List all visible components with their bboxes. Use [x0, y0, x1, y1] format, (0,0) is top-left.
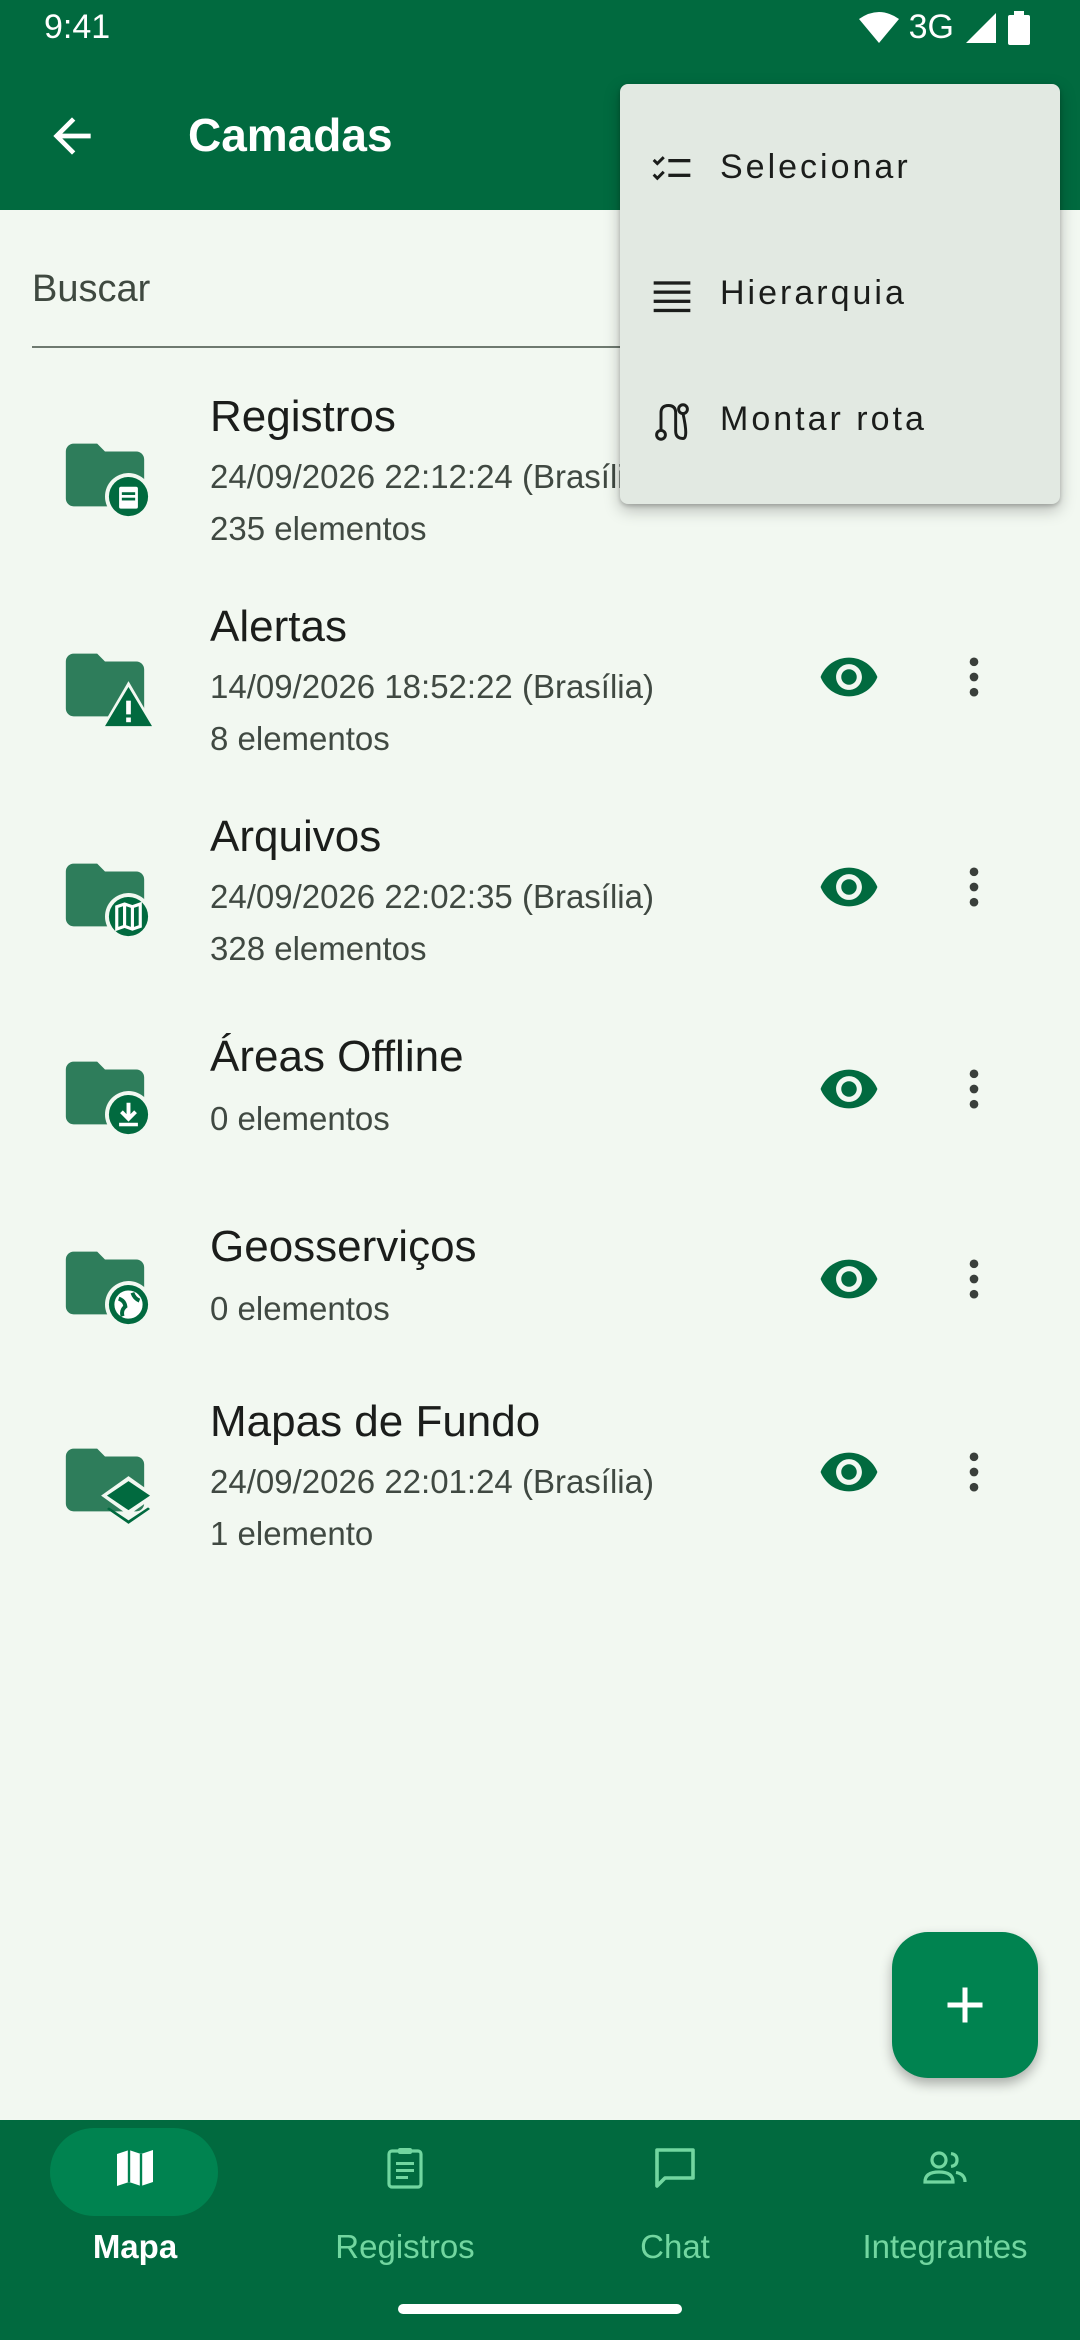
menu-item-label: Selecionar	[720, 148, 911, 186]
map-icon	[117, 2150, 153, 2186]
layer-date: 14/09/2026 18:52:22 (Brasília)	[210, 668, 654, 705]
layer-row-arquivos[interactable]: Arquivos 24/09/2026 22:02:35 (Brasília) …	[0, 800, 1080, 1000]
lines-icon	[653, 281, 691, 313]
menu-item-selecionar[interactable]: Selecionar	[620, 106, 1060, 232]
network-type: 3G	[908, 8, 954, 46]
layer-count: 235 elementos	[210, 510, 427, 547]
layer-title: Geosserviços	[210, 1222, 477, 1271]
nav-label: Chat	[640, 2228, 710, 2265]
visibility-eye-icon[interactable]	[818, 1248, 880, 1310]
layer-count: 328 elementos	[210, 930, 427, 967]
status-icons: 3G	[858, 8, 1030, 47]
layer-title: Registros	[210, 392, 396, 441]
layer-count: 1 elemento	[210, 1515, 374, 1552]
more-vert-icon[interactable]	[948, 646, 1000, 708]
folder-download-icon	[65, 1061, 152, 1139]
clipboard-icon	[387, 2148, 423, 2189]
wifi-icon	[858, 11, 899, 43]
signal-icon	[966, 12, 996, 43]
status-time: 9:41	[44, 8, 111, 46]
layer-row-areas-offline[interactable]: Áreas Offline 0 elementos	[0, 1020, 1080, 1180]
layer-count: 0 elementos	[210, 1100, 390, 1137]
route-icon	[655, 403, 689, 441]
more-vert-icon[interactable]	[948, 1058, 1000, 1120]
folder-alert-icon	[65, 653, 152, 729]
folder-clipboard-icon	[65, 443, 152, 521]
visibility-eye-icon[interactable]	[818, 1441, 880, 1503]
menu-item-hierarquia[interactable]: Hierarquia	[620, 232, 1060, 358]
more-vert-icon[interactable]	[948, 856, 1000, 918]
nav-label: Mapa	[92, 2228, 178, 2265]
nav-label: Integrantes	[862, 2228, 1028, 2265]
layer-count: 8 elementos	[210, 720, 390, 757]
add-layer-button[interactable]	[892, 1932, 1038, 2078]
plus-icon	[947, 1987, 983, 2023]
gesture-handle[interactable]	[398, 2304, 682, 2314]
layer-title: Mapas de Fundo	[210, 1397, 541, 1446]
nav-label: Registros	[335, 2228, 475, 2265]
checklist-icon	[652, 156, 691, 181]
folder-map-icon	[65, 863, 152, 941]
visibility-eye-icon[interactable]	[818, 1058, 880, 1120]
back-arrow-icon[interactable]	[44, 108, 100, 164]
layer-count: 0 elementos	[210, 1290, 390, 1327]
layer-title: Áreas Offline	[210, 1032, 464, 1081]
menu-item-montar-rota[interactable]: Montar rota	[620, 358, 1060, 484]
layer-date: 24/09/2026 22:02:35 (Brasília)	[210, 878, 654, 915]
layer-date: 24/09/2026 22:01:24 (Brasília)	[210, 1463, 654, 1500]
nav-item-integrantes[interactable]: Integrantes	[810, 2120, 1080, 2340]
layer-row-alertas[interactable]: Alertas 14/09/2026 18:52:22 (Brasília) 8…	[0, 590, 1080, 790]
overflow-menu: Selecionar Hierarquia Montar rota	[620, 84, 1060, 504]
visibility-eye-icon[interactable]	[818, 856, 880, 918]
folder-layers-icon	[65, 1448, 152, 1527]
menu-item-label: Hierarquia	[720, 274, 907, 312]
battery-icon	[1008, 10, 1030, 45]
menu-item-label: Montar rota	[720, 400, 927, 438]
layer-title: Arquivos	[210, 812, 382, 861]
search-placeholder: Buscar	[32, 268, 151, 310]
more-vert-icon[interactable]	[948, 1248, 1000, 1310]
page-title: Camadas	[188, 109, 393, 161]
layer-date: 24/09/2026 22:12:24 (Brasília)	[210, 458, 654, 495]
layer-row-geosservicos[interactable]: Geosserviços 0 elementos	[0, 1210, 1080, 1370]
nav-item-mapa[interactable]: Mapa	[0, 2120, 270, 2340]
chat-icon	[655, 2148, 695, 2188]
layer-row-mapas-de-fundo[interactable]: Mapas de Fundo 24/09/2026 22:01:24 (Bras…	[0, 1385, 1080, 1585]
status-bar: 9:41 3G	[0, 0, 1080, 60]
folder-globe-icon	[65, 1251, 152, 1329]
more-vert-icon[interactable]	[948, 1441, 1000, 1503]
people-icon	[923, 2151, 967, 2184]
visibility-eye-icon[interactable]	[818, 646, 880, 708]
layer-title: Alertas	[210, 602, 347, 651]
